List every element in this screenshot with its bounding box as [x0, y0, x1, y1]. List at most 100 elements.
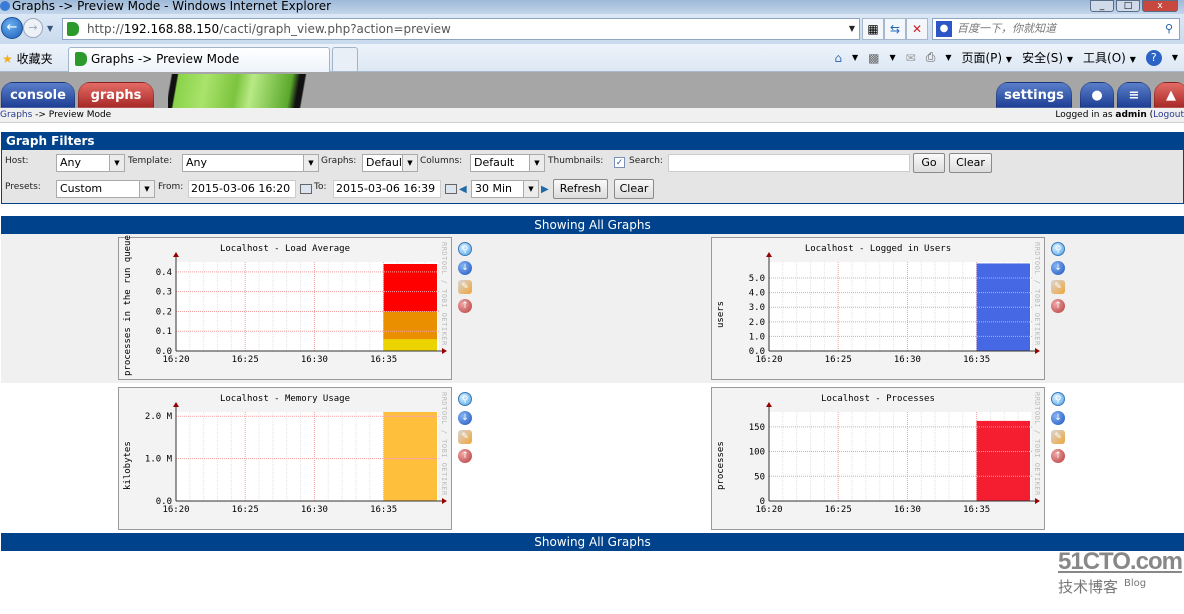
to-label: To: — [314, 182, 327, 192]
zoom-graph-icon[interactable]: ⚲ — [458, 392, 472, 406]
graph-properties-icon[interactable]: ✎ — [458, 430, 472, 444]
compatibility-icon[interactable]: ▦ — [862, 18, 884, 40]
tree-view-icon[interactable]: ● — [1080, 82, 1114, 108]
x-tick-label: 16:30 — [894, 505, 921, 515]
watermark-blog: Blog — [1124, 578, 1147, 589]
timespan-select[interactable]: 30 Min ▼ — [471, 180, 539, 198]
safety-menu[interactable]: 安全(S) ▼ — [1022, 49, 1073, 66]
chart-svg: 0.01.0 M2.0 M16:20 16:25 16:30 16:35 — [145, 402, 447, 515]
ie-logo-icon — [0, 1, 10, 11]
url-host: 192.168.88.150 — [123, 22, 220, 36]
graph-thumbnail[interactable]: Localhost - Logged in Users users RRDTOOL … — [711, 237, 1045, 380]
graphs-select[interactable]: Default ▼ — [362, 154, 418, 172]
graph-up-icon[interactable]: ↑ — [458, 299, 472, 313]
help-dropdown[interactable]: ▼ — [1172, 53, 1178, 62]
favorites-button[interactable]: ★ 收藏夹 — [2, 50, 53, 67]
clear-timespan-button[interactable]: Clear — [614, 179, 654, 199]
graph-thumbnail[interactable]: Localhost - Memory Usage kilobytes RRDTOOL… — [118, 387, 452, 530]
export-csv-icon[interactable]: ↓ — [458, 411, 472, 425]
print-icon[interactable]: ⎙ — [926, 50, 936, 65]
presets-select[interactable]: Custom ▼ — [56, 180, 155, 198]
graph-thumbnail[interactable]: Localhost - Processes processes RRDTOOL / … — [711, 387, 1045, 530]
recent-pages-dropdown[interactable]: ▼ — [47, 24, 53, 33]
shift-right-icon[interactable]: ▶ — [541, 184, 549, 195]
graph-properties-icon[interactable]: ✎ — [1051, 280, 1065, 294]
tab-console[interactable]: console — [1, 82, 75, 108]
maximize-button[interactable]: □ — [1116, 0, 1140, 12]
url-prefix: http:// — [87, 22, 124, 36]
address-toolbar: ← → ▼ http://192.168.88.150/cacti/graph_… — [0, 14, 1184, 44]
x-tick-label: 16:20 — [162, 355, 189, 365]
favorites-label: 收藏夹 — [16, 52, 53, 66]
y-axis-arrow — [173, 402, 179, 407]
breadcrumb-graphs-link[interactable]: Graphs — [0, 110, 32, 120]
refresh-button[interactable]: Refresh — [553, 179, 608, 199]
graph-up-icon[interactable]: ↑ — [1051, 299, 1065, 313]
export-csv-icon[interactable]: ↓ — [1051, 411, 1065, 425]
stop-icon[interactable]: ✕ — [906, 18, 928, 40]
window-title: Graphs -> Preview Mode - Windows Interne… — [12, 0, 332, 13]
graph-up-icon[interactable]: ↑ — [1051, 449, 1065, 463]
zoom-graph-icon[interactable]: ⚲ — [458, 242, 472, 256]
columns-select[interactable]: Default ▼ — [470, 154, 545, 172]
y-tick-label: 1.0 M — [145, 455, 173, 465]
template-select[interactable]: Any ▼ — [182, 154, 319, 172]
refresh-icon[interactable]: ⇆ — [884, 18, 906, 40]
tools-menu[interactable]: 工具(O) ▼ — [1083, 49, 1136, 66]
address-bar[interactable]: http://192.168.88.150/cacti/graph_view.p… — [62, 18, 860, 40]
tab-graphs[interactable]: graphs — [78, 82, 154, 108]
rss-dropdown[interactable]: ▼ — [890, 53, 896, 62]
forward-icon[interactable]: → — [23, 18, 43, 38]
calendar-icon[interactable] — [300, 184, 312, 194]
from-date-input[interactable]: 2015-03-06 16:20 — [188, 180, 296, 198]
home-dropdown[interactable]: ▼ — [852, 53, 858, 62]
close-window-button[interactable]: x — [1142, 0, 1178, 12]
zoom-graph-icon[interactable]: ⚲ — [1051, 242, 1065, 256]
graph-up-icon[interactable]: ↑ — [458, 449, 472, 463]
export-csv-icon[interactable]: ↓ — [1051, 261, 1065, 275]
go-button[interactable]: Go — [913, 153, 945, 173]
to-date-input[interactable]: 2015-03-06 16:39 — [333, 180, 441, 198]
minimize-button[interactable]: _ — [1090, 0, 1114, 12]
thumbnails-checkbox[interactable]: ✓ — [614, 157, 625, 168]
x-tick-label: 16:35 — [963, 355, 990, 365]
x-tick-label: 16:25 — [232, 505, 259, 515]
export-csv-icon[interactable]: ↓ — [458, 261, 472, 275]
columns-label: Columns: — [420, 156, 463, 166]
zoom-graph-icon[interactable]: ⚲ — [1051, 392, 1065, 406]
help-icon[interactable]: ? — [1145, 49, 1162, 66]
search-box[interactable]: ● 百度一下，你就知道 ⚲ — [932, 18, 1180, 40]
print-dropdown[interactable]: ▼ — [945, 53, 951, 62]
logout-link[interactable]: Logout — [1153, 110, 1184, 120]
clear-search-button[interactable]: Clear — [949, 153, 992, 173]
rss-icon[interactable]: ▩ — [868, 51, 879, 65]
page-menu[interactable]: 页面(P) ▼ — [961, 49, 1012, 66]
breadcrumb-bar: Graphs -> Preview Mode Logged in as admi… — [0, 108, 1184, 123]
back-icon[interactable]: ← — [1, 17, 23, 39]
search-input[interactable] — [668, 154, 910, 172]
x-tick-label: 16:25 — [825, 505, 852, 515]
tab-settings[interactable]: settings — [996, 82, 1072, 108]
list-view-icon[interactable]: ≡ — [1117, 82, 1151, 108]
graph-properties-icon[interactable]: ✎ — [1051, 430, 1065, 444]
host-label: Host: — [5, 156, 29, 166]
preview-view-icon[interactable]: ▲ — [1154, 82, 1184, 108]
x-axis-arrow — [1035, 498, 1040, 504]
graph-properties-icon[interactable]: ✎ — [458, 280, 472, 294]
browser-tab-active[interactable]: Graphs -> Preview Mode — [68, 47, 330, 72]
host-select[interactable]: Any ▼ — [56, 154, 125, 172]
search-icon[interactable]: ⚲ — [1165, 19, 1173, 39]
shift-left-icon[interactable]: ◀ — [459, 184, 467, 195]
home-icon[interactable]: ⌂ — [834, 51, 842, 65]
tab-favicon-icon — [75, 52, 87, 66]
graph-thumbnail[interactable]: Localhost - Load Average processes in the… — [118, 235, 452, 380]
presets-value: Custom — [60, 182, 103, 195]
watermark-line1: 51CTO.com — [1058, 548, 1183, 575]
x-tick-label: 16:20 — [162, 505, 189, 515]
new-tab-button[interactable] — [332, 47, 358, 71]
series-area-free — [383, 412, 437, 501]
address-dropdown[interactable]: ▼ — [849, 19, 855, 39]
calendar-icon[interactable] — [445, 184, 457, 194]
favorites-bar: ★ 收藏夹 Graphs -> Preview Mode ⌂ ▼ ▩ ▼ ✉ ⎙ ▼ … — [0, 44, 1184, 72]
mail-icon[interactable]: ✉ — [906, 51, 916, 65]
